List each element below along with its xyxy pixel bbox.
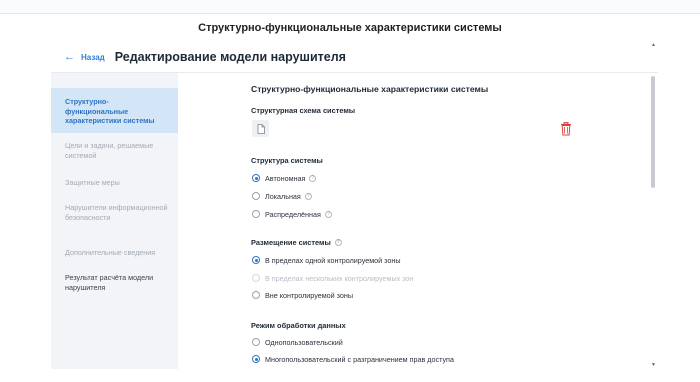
placement-option-outside-zone[interactable]: Вне контролируемой зоны <box>252 290 353 300</box>
option-label: Многопользовательский с разграничением п… <box>265 354 454 364</box>
radio-unchecked[interactable] <box>252 291 260 299</box>
sidebar: Структурно-функциональные характеристики… <box>51 73 178 369</box>
window-title: Структурно-функциональные характеристики… <box>198 22 502 34</box>
radio-checked[interactable] <box>252 174 260 182</box>
structure-option-autonomous[interactable]: Автономная ? <box>252 173 317 183</box>
page-title: Редактирование модели нарушителя <box>114 50 346 64</box>
option-label: Вне контролируемой зоны <box>265 290 354 300</box>
placement-label-text: Размещение системы <box>251 238 331 247</box>
radio-unchecked[interactable] <box>252 210 260 218</box>
form-content: Структурно-функциональные характеристики… <box>251 73 646 369</box>
sidebar-item-label: Цели и задачи, решаемые системой <box>65 141 154 160</box>
option-label: Распределённая <box>265 209 321 219</box>
processing-option-multi-user[interactable]: Многопользовательский с разграничением п… <box>252 354 454 364</box>
option-label: Однопользовательский <box>265 337 343 347</box>
option-label: Локальная <box>265 191 301 201</box>
structure-option-distributed[interactable]: Распределённая ? <box>252 209 332 219</box>
sidebar-item-label: Результат расчёта модели нарушителя <box>65 273 154 292</box>
question-circle-icon[interactable]: ? <box>304 192 312 200</box>
placement-option-multiple-zones: В пределах нескольких контролируемых зон <box>252 273 413 283</box>
browser-top-bar <box>0 0 700 14</box>
question-circle-icon[interactable]: ? <box>309 174 317 182</box>
sidebar-item-label: Нарушители информационной безопасности <box>65 203 168 222</box>
question-circle-icon[interactable]: ? <box>324 210 332 218</box>
structure-label: Структура системы <box>251 156 323 165</box>
trash-icon[interactable] <box>560 122 572 136</box>
structure-option-local[interactable]: Локальная ? <box>252 191 312 201</box>
back-button[interactable]: Назад <box>81 53 105 62</box>
scrollbar-thumb[interactable] <box>651 76 655 188</box>
sidebar-item-structure[interactable]: Структурно-функциональные характеристики… <box>51 88 178 133</box>
file-icon <box>257 123 265 134</box>
sidebar-item-goals[interactable]: Цели и задачи, решаемые системой <box>51 141 178 160</box>
section-heading: Структурно-функциональные характеристики… <box>251 84 489 94</box>
arrow-left-icon[interactable]: ← <box>64 51 75 63</box>
placement-label: Размещение системы ? <box>251 238 342 247</box>
processing-option-single-user[interactable]: Однопользовательский <box>252 337 343 347</box>
sidebar-item-protective-measures[interactable]: Защитные меры <box>51 178 178 188</box>
sidebar-item-additional-info[interactable]: Дополнительные сведения <box>51 248 178 258</box>
option-label: В пределах нескольких контролируемых зон <box>265 273 414 283</box>
sidebar-item-label: Структурно-функциональные характеристики… <box>65 97 155 125</box>
option-label: Автономная <box>265 173 306 183</box>
radio-unchecked[interactable] <box>252 338 260 346</box>
processing-label: Режим обработки данных <box>251 321 346 330</box>
sidebar-item-violators[interactable]: Нарушители информационной безопасности <box>51 203 178 222</box>
sidebar-item-label: Защитные меры <box>65 178 120 187</box>
schema-label: Структурная схема системы <box>251 106 356 115</box>
vertical-scrollbar[interactable]: ▲ ▼ <box>650 42 656 368</box>
radio-unchecked[interactable] <box>252 192 260 200</box>
question-circle-icon[interactable]: ? <box>334 239 342 246</box>
radio-disabled <box>252 274 260 282</box>
page-header: ← Назад Редактирование модели нарушителя <box>64 49 346 65</box>
radio-checked[interactable] <box>252 355 260 363</box>
placement-option-single-zone[interactable]: В пределах одной контролируемой зоны <box>252 255 401 265</box>
radio-checked[interactable] <box>252 256 260 264</box>
scroll-up-icon[interactable]: ▲ <box>651 42 656 48</box>
sidebar-item-label: Дополнительные сведения <box>65 248 156 257</box>
editor-card: Структурно-функциональные характеристики… <box>51 72 658 369</box>
sidebar-item-result[interactable]: Результат расчёта модели нарушителя <box>51 273 178 292</box>
option-label: В пределах одной контролируемой зоны <box>265 255 401 265</box>
scroll-down-icon[interactable]: ▼ <box>651 362 656 368</box>
schema-file-upload[interactable] <box>252 120 269 137</box>
